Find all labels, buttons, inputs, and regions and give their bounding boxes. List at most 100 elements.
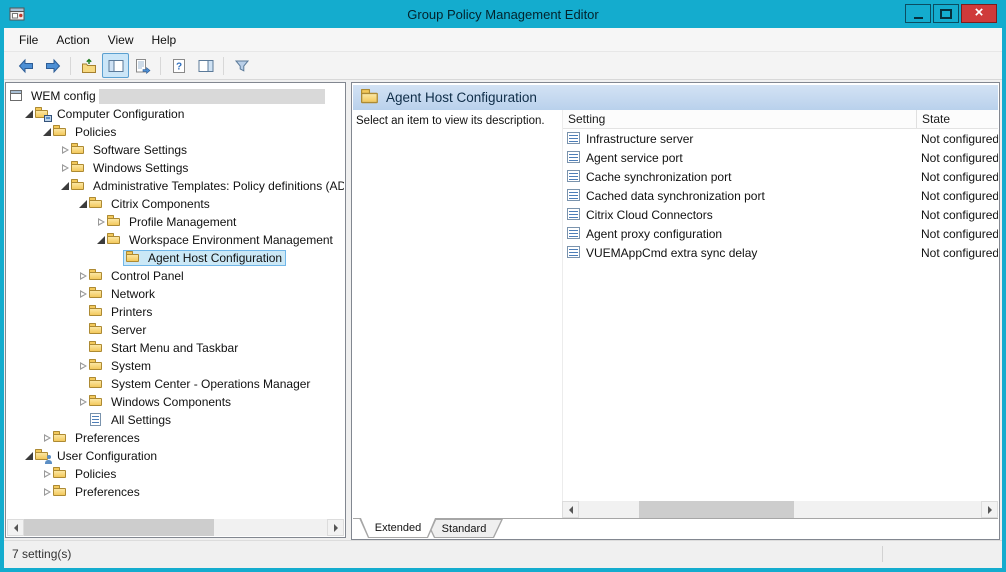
collapsed-arrow-icon[interactable] [41, 468, 53, 480]
folder-icon [53, 467, 69, 481]
expanded-arrow-icon[interactable] [59, 180, 71, 192]
show-hide-action-pane-button[interactable] [192, 53, 219, 78]
tree-item-label: User Configuration [57, 449, 157, 463]
settings-row-cached-data-synchronization-port[interactable]: Cached data synchronization port Not con… [563, 186, 998, 205]
tree-item-label: Server [111, 323, 146, 337]
scroll-right-arrow[interactable] [981, 501, 998, 518]
tab-extended[interactable]: Extended [359, 518, 437, 538]
export-list-button[interactable] [129, 53, 156, 78]
policy-setting-icon [567, 246, 581, 259]
setting-state: Not configured [921, 227, 998, 241]
settings-row-citrix-cloud-connectors[interactable]: Citrix Cloud Connectors Not configured [563, 205, 998, 224]
menu-action[interactable]: Action [47, 30, 98, 50]
collapsed-arrow-icon[interactable] [77, 270, 89, 282]
back-button[interactable] [12, 53, 39, 78]
expanded-arrow-icon[interactable] [77, 198, 89, 210]
close-button[interactable] [961, 4, 997, 23]
help-button[interactable]: ? [165, 53, 192, 78]
collapsed-arrow-icon[interactable] [95, 216, 107, 228]
forward-button[interactable] [39, 53, 66, 78]
list-horizontal-scrollbar[interactable] [562, 501, 998, 518]
tree-item-policies[interactable]: Policies [7, 123, 344, 141]
folder-icon [89, 305, 105, 319]
tree-item-label: Windows Components [111, 395, 231, 409]
scroll-right-arrow[interactable] [327, 519, 344, 536]
tree-item-wem-config[interactable]: WEM config [7, 87, 344, 105]
tree-horizontal-scrollbar[interactable] [7, 519, 344, 536]
tree-item-system[interactable]: System [7, 357, 344, 375]
up-one-level-button[interactable] [75, 53, 102, 78]
console-tree: WEM config Computer Configuration Polici… [7, 84, 344, 519]
settings-list: Setting State Infrastructure server Not … [562, 110, 998, 501]
tree-item-printers[interactable]: Printers [7, 303, 344, 321]
column-header-state[interactable]: State [917, 110, 998, 128]
settings-row-infrastructure-server[interactable]: Infrastructure server Not configured [563, 129, 998, 148]
settings-row-vuemappcmd-extra-sync-delay[interactable]: VUEMAppCmd extra sync delay Not configur… [563, 243, 998, 262]
tree-item-policies-user[interactable]: Policies [7, 465, 344, 483]
collapsed-arrow-icon[interactable] [77, 396, 89, 408]
collapsed-arrow-icon[interactable] [59, 162, 71, 174]
tree-item-citrix-components[interactable]: Citrix Components [7, 195, 344, 213]
description-hint: Select an item to view its description. [356, 115, 560, 127]
column-header-setting[interactable]: Setting [563, 110, 917, 128]
maximize-button[interactable] [933, 4, 959, 23]
collapsed-arrow-icon[interactable] [59, 144, 71, 156]
setting-state: Not configured [921, 170, 998, 184]
settings-row-cache-synchronization-port[interactable]: Cache synchronization port Not configure… [563, 167, 998, 186]
menu-view[interactable]: View [99, 30, 143, 50]
selected-tree-item[interactable]: Agent Host Configuration [123, 250, 286, 266]
tree-item-start-menu-and-taskbar[interactable]: Start Menu and Taskbar [7, 339, 344, 357]
tree-item-label: Software Settings [93, 143, 187, 157]
tree-item-label: Profile Management [129, 215, 236, 229]
collapsed-arrow-icon[interactable] [77, 288, 89, 300]
collapsed-arrow-icon[interactable] [41, 432, 53, 444]
tree-item-preferences-computer[interactable]: Preferences [7, 429, 344, 447]
tree-item-server[interactable]: Server [7, 321, 344, 339]
computer-overlay-icon [44, 115, 52, 122]
up-one-level-icon [81, 58, 97, 74]
menu-file[interactable]: File [10, 30, 47, 50]
settings-row-agent-service-port[interactable]: Agent service port Not configured [563, 148, 998, 167]
tree-item-administrative-templates[interactable]: Administrative Templates: Policy definit… [7, 177, 344, 195]
folder-icon [53, 431, 69, 445]
scroll-left-arrow[interactable] [7, 519, 24, 536]
tree-item-software-settings[interactable]: Software Settings [7, 141, 344, 159]
folder-icon [89, 287, 105, 301]
tree-item-user-configuration[interactable]: User Configuration [7, 447, 344, 465]
menu-help[interactable]: Help [143, 30, 186, 50]
tree-item-workspace-environment-management[interactable]: Workspace Environment Management [7, 231, 344, 249]
window-titlebar[interactable]: Group Policy Management Editor [0, 0, 1006, 28]
show-hide-console-tree-button[interactable] [102, 53, 129, 78]
minimize-button[interactable] [905, 4, 931, 23]
tree-item-profile-management[interactable]: Profile Management [7, 213, 344, 231]
tree-item-windows-components[interactable]: Windows Components [7, 393, 344, 411]
collapsed-arrow-icon[interactable] [77, 360, 89, 372]
expanded-arrow-icon[interactable] [23, 450, 35, 462]
tree-item-computer-configuration[interactable]: Computer Configuration [7, 105, 344, 123]
setting-state: Not configured [921, 151, 998, 165]
scrollbar-thumb[interactable] [24, 519, 214, 536]
user-configuration-icon [35, 449, 51, 463]
tree-item-all-settings[interactable]: All Settings [7, 411, 344, 429]
policy-setting-icon [567, 151, 581, 164]
toolbar: ? [4, 52, 1002, 80]
results-header-band: Agent Host Configuration [353, 85, 998, 110]
scrollbar-thumb[interactable] [639, 501, 794, 518]
expanded-arrow-icon[interactable] [41, 126, 53, 138]
tree-item-system-center-operations-manager[interactable]: System Center - Operations Manager [7, 375, 344, 393]
svg-text:?: ? [175, 61, 181, 72]
setting-name: Cache synchronization port [586, 170, 731, 184]
tree-item-agent-host-configuration[interactable]: Agent Host Configuration [7, 249, 344, 267]
tree-item-windows-settings[interactable]: Windows Settings [7, 159, 344, 177]
tree-item-network[interactable]: Network [7, 285, 344, 303]
expanded-arrow-icon[interactable] [23, 108, 35, 120]
scroll-left-arrow[interactable] [562, 501, 579, 518]
filter-button[interactable] [228, 53, 255, 78]
tree-item-label: Preferences [75, 485, 140, 499]
settings-row-agent-proxy-configuration[interactable]: Agent proxy configuration Not configured [563, 224, 998, 243]
tree-item-control-panel[interactable]: Control Panel [7, 267, 344, 285]
expanded-arrow-icon[interactable] [95, 234, 107, 246]
collapsed-arrow-icon[interactable] [41, 486, 53, 498]
setting-name: VUEMAppCmd extra sync delay [586, 246, 757, 260]
tree-item-preferences-user[interactable]: Preferences [7, 483, 344, 501]
